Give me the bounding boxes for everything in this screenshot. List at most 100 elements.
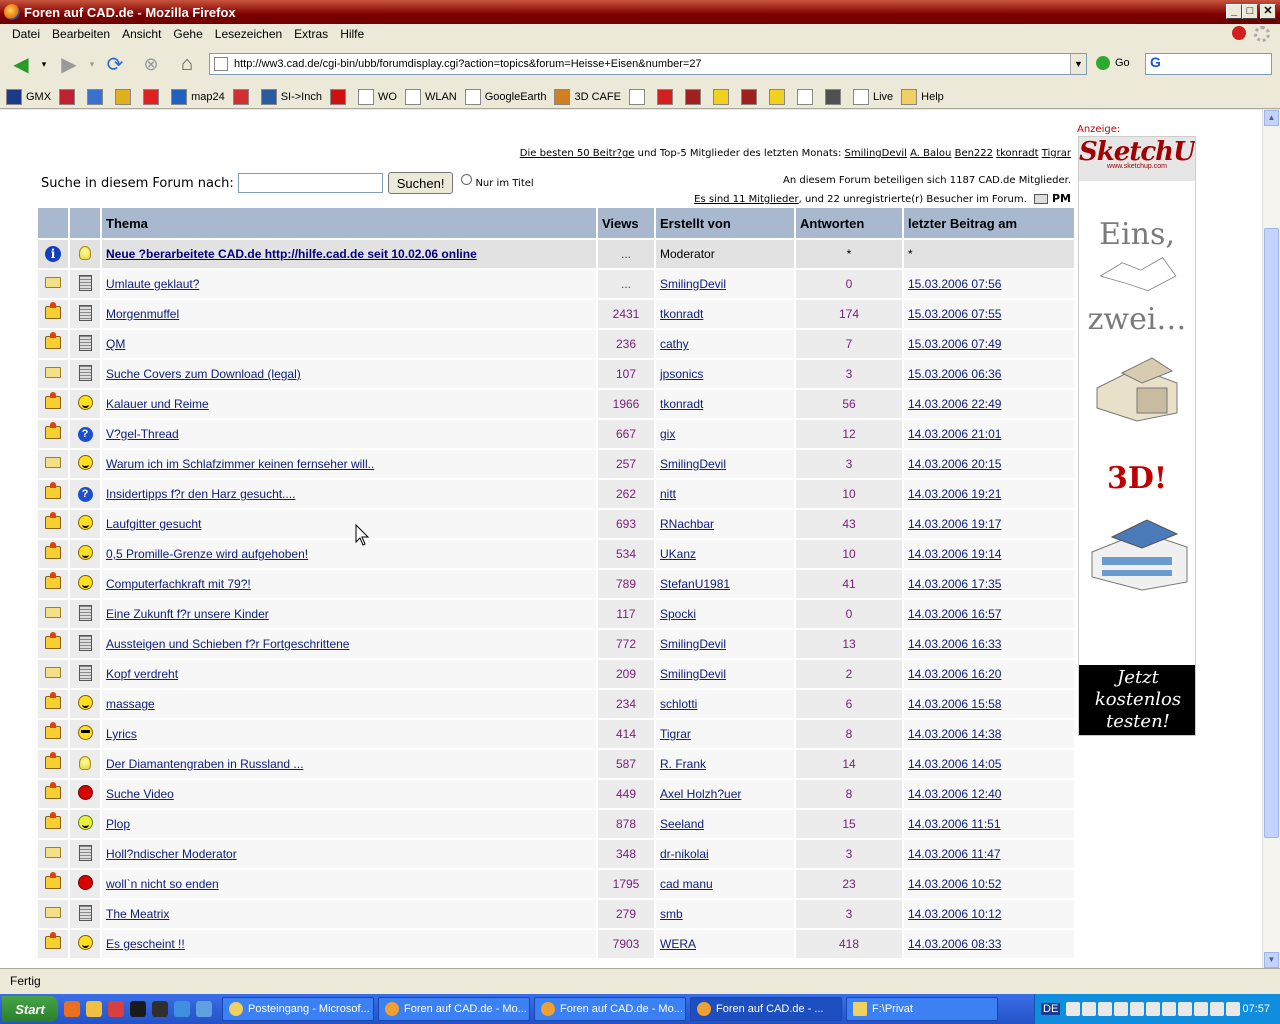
bookmark-item[interactable]: WO: [357, 88, 397, 105]
topic-link[interactable]: Laufgitter gesucht: [106, 517, 201, 531]
last-post-link[interactable]: 14.03.2006 12:40: [908, 787, 1001, 801]
author-link[interactable]: Axel Holzh?uer: [660, 787, 741, 801]
topic-link[interactable]: QM: [106, 337, 125, 351]
author-link[interactable]: StefanU1981: [660, 577, 730, 591]
pm-label[interactable]: PM: [1052, 192, 1071, 205]
tray-app-icon[interactable]: [1146, 1002, 1161, 1016]
author-link[interactable]: tkonradt: [660, 307, 703, 321]
bookmark-item[interactable]: [712, 88, 733, 105]
outlook-quicklaunch-icon[interactable]: [86, 1001, 102, 1017]
pm-envelope-icon[interactable]: [1033, 194, 1048, 204]
bookmark-item[interactable]: [143, 88, 163, 105]
author-link[interactable]: RNachbar: [660, 517, 714, 531]
author-link[interactable]: Tigrar: [660, 727, 691, 741]
tray-app-icon[interactable]: [1130, 1002, 1145, 1016]
tray-app-icon[interactable]: [1162, 1002, 1177, 1016]
author-link[interactable]: nitt: [660, 487, 676, 501]
bookmark-item[interactable]: Help: [901, 88, 944, 105]
search-engine-box[interactable]: G: [1145, 53, 1272, 75]
last-post-link[interactable]: 14.03.2006 16:20: [908, 667, 1001, 681]
topic-link[interactable]: Plop: [106, 817, 130, 831]
last-post-link[interactable]: 15.03.2006 07:49: [908, 337, 1001, 351]
app-quicklaunch-icon[interactable]: [108, 1001, 124, 1017]
scrollbar-thumb[interactable]: [1264, 228, 1279, 838]
home-icon[interactable]: ⌂: [174, 51, 200, 77]
last-post-link[interactable]: 15.03.2006 07:56: [908, 277, 1001, 291]
author-link[interactable]: SmilingDevil: [660, 637, 726, 651]
menu-hilfe[interactable]: Hilfe: [334, 27, 370, 41]
top-member-link[interactable]: SmilingDevil: [845, 148, 907, 159]
topic-link[interactable]: Suche Video: [106, 787, 174, 801]
menu-bearbeiten[interactable]: Bearbeiten: [46, 27, 116, 41]
header-views[interactable]: Views: [598, 208, 654, 238]
topic-link[interactable]: woll`n nicht so enden: [106, 877, 219, 891]
header-topic[interactable]: Thema: [102, 208, 596, 238]
author-link[interactable]: smb: [660, 907, 683, 921]
tray-app-icon[interactable]: [1098, 1002, 1113, 1016]
menu-lesezeichen[interactable]: Lesezeichen: [209, 27, 288, 41]
last-post-link[interactable]: 14.03.2006 14:38: [908, 727, 1001, 741]
tray-volume-icon[interactable]: [1226, 1002, 1241, 1016]
topic-link[interactable]: Eine Zukunft f?r unsere Kinder: [106, 607, 269, 621]
author-link[interactable]: gix: [660, 427, 675, 441]
author-link[interactable]: UKanz: [660, 547, 696, 561]
topic-link[interactable]: Umlaute geklaut?: [106, 277, 199, 291]
forward-dropdown-icon[interactable]: ▾: [86, 51, 98, 77]
tray-app-icon[interactable]: [1210, 1002, 1225, 1016]
menu-datei[interactable]: Datei: [6, 27, 46, 41]
last-post-link[interactable]: 14.03.2006 17:35: [908, 577, 1001, 591]
top-member-link[interactable]: Ben222: [955, 148, 993, 159]
search-quicklaunch-icon[interactable]: [196, 1001, 212, 1017]
bookmark-item[interactable]: GoogleEarth: [464, 88, 546, 105]
tray-network-icon[interactable]: [1082, 1002, 1097, 1016]
bookmark-item[interactable]: Live: [852, 88, 893, 105]
last-post-link[interactable]: 14.03.2006 10:52: [908, 877, 1001, 891]
last-post-link[interactable]: 14.03.2006 19:14: [908, 547, 1001, 561]
last-post-link[interactable]: 14.03.2006 11:51: [908, 817, 1001, 831]
header-author[interactable]: Erstellt von: [656, 208, 794, 238]
top-50-posts-link[interactable]: Die besten 50 Beitr?ge: [520, 148, 635, 159]
last-post-link[interactable]: 14.03.2006 10:12: [908, 907, 1001, 921]
firefox-quicklaunch-icon[interactable]: [64, 1001, 80, 1017]
topic-link[interactable]: Kalauer und Reime: [106, 397, 209, 411]
top-member-link[interactable]: tkonradt: [996, 148, 1038, 159]
topic-link[interactable]: V?gel-Thread: [106, 427, 179, 441]
header-last-post[interactable]: letzter Beitrag am: [904, 208, 1074, 238]
forum-search-input[interactable]: [237, 173, 383, 193]
back-dropdown-icon[interactable]: ▾: [38, 51, 50, 77]
stop-icon[interactable]: ⊗: [138, 51, 164, 77]
tray-app-icon[interactable]: [1194, 1002, 1209, 1016]
author-link[interactable]: cathy: [660, 337, 689, 351]
vertical-scrollbar[interactable]: ▲ ▼: [1262, 110, 1280, 968]
topic-link[interactable]: The Meatrix: [106, 907, 169, 921]
topic-link[interactable]: Computerfachkraft mit 79?!: [106, 577, 251, 591]
topic-link[interactable]: Warum ich im Schlafzimmer keinen fernseh…: [106, 457, 374, 471]
url-bar[interactable]: http://ww3.cad.de/cgi-bin/ubb/forumdispl…: [209, 53, 1087, 75]
author-link[interactable]: jpsonics: [660, 367, 703, 381]
menu-ansicht[interactable]: Ansicht: [116, 27, 167, 41]
last-post-link[interactable]: 14.03.2006 14:05: [908, 757, 1001, 771]
topic-link[interactable]: Aussteigen und Schieben f?r Fortgeschrit…: [106, 637, 349, 651]
scroll-down-icon[interactable]: ▼: [1264, 952, 1279, 968]
start-button[interactable]: Start: [2, 996, 58, 1022]
topic-link[interactable]: massage: [106, 697, 155, 711]
bookmark-item[interactable]: [59, 88, 79, 105]
topic-link[interactable]: 0,5 Promille-Grenze wird aufgehoben!: [106, 547, 308, 561]
topic-link[interactable]: Neue ?berarbeitete CAD.de http://hilfe.c…: [106, 247, 477, 261]
last-post-link[interactable]: 15.03.2006 06:36: [908, 367, 1001, 381]
title-only-radio[interactable]: [461, 174, 473, 185]
last-post-link[interactable]: 14.03.2006 21:01: [908, 427, 1001, 441]
scroll-up-icon[interactable]: ▲: [1264, 110, 1279, 126]
taskbar-task[interactable]: Foren auf CAD.de - Mo...: [534, 997, 686, 1021]
topic-link[interactable]: Der Diamantengraben in Russland ...: [106, 757, 303, 771]
author-link[interactable]: SmilingDevil: [660, 457, 726, 471]
header-replies[interactable]: Antworten: [796, 208, 902, 238]
bookmark-item[interactable]: SI->Inch: [260, 88, 322, 105]
taskbar-task[interactable]: F:\Privat: [846, 997, 998, 1021]
author-link[interactable]: cad manu: [660, 877, 713, 891]
topic-link[interactable]: Lyrics: [106, 727, 137, 741]
taskbar-task[interactable]: Foren auf CAD.de - Mo...: [378, 997, 530, 1021]
last-post-link[interactable]: 14.03.2006 08:33: [908, 937, 1001, 951]
close-button[interactable]: ✕: [1260, 4, 1276, 19]
last-post-link[interactable]: 14.03.2006 20:15: [908, 457, 1001, 471]
